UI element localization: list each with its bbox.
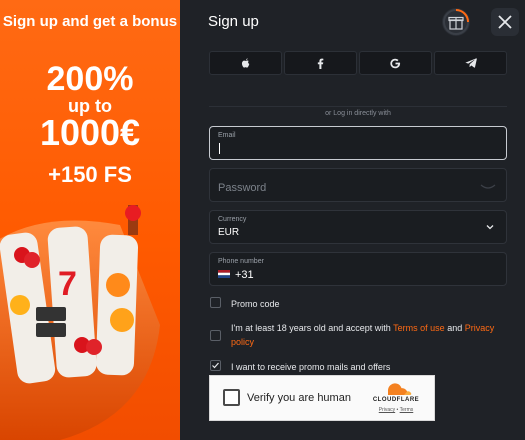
page-title: Sign up bbox=[208, 13, 259, 30]
cloudflare-captcha: Verify you are human CLOUDFLARE Privacy … bbox=[209, 375, 435, 421]
promo-free-spins: +150 FS bbox=[48, 162, 132, 187]
promo-code-option[interactable]: Promo code bbox=[210, 297, 280, 311]
currency-value: EUR bbox=[218, 227, 240, 238]
age-terms-checkbox[interactable] bbox=[210, 330, 221, 341]
promo-mails-option[interactable]: I want to receive promo mails and offers bbox=[210, 360, 390, 374]
age-terms-label: I'm at least 18 years old and accept wit… bbox=[231, 323, 391, 333]
signup-panel: Sign up or Log in directly with Email Pa… bbox=[180, 0, 525, 440]
terms-of-use-link[interactable]: Terms of use bbox=[393, 323, 445, 333]
svg-text:7: 7 bbox=[58, 265, 77, 303]
promo-percent: 200% bbox=[46, 60, 134, 98]
promo-code-label: Promo code bbox=[231, 299, 280, 309]
chevron-down-icon bbox=[486, 225, 494, 230]
netherlands-flag-icon[interactable] bbox=[218, 270, 230, 278]
age-terms-text: I'm at least 18 years old and accept wit… bbox=[231, 321, 500, 349]
captcha-checkbox[interactable] bbox=[223, 389, 240, 406]
telegram-login-button[interactable] bbox=[434, 51, 507, 75]
close-icon bbox=[498, 15, 512, 29]
and-text: and bbox=[447, 323, 463, 333]
facebook-login-button[interactable] bbox=[284, 51, 357, 75]
phone-prefix: +31 bbox=[235, 269, 254, 281]
slot-machine-illustration: 7 bbox=[0, 205, 160, 440]
google-login-button[interactable] bbox=[359, 51, 432, 75]
currency-label: Currency bbox=[218, 216, 247, 223]
captcha-terms-link[interactable]: Terms bbox=[400, 407, 414, 413]
phone-label: Phone number bbox=[218, 258, 264, 265]
telegram-icon bbox=[464, 58, 477, 68]
gift-button[interactable] bbox=[442, 8, 470, 36]
divider-text: or Log in directly with bbox=[319, 110, 397, 117]
captcha-label: Verify you are human bbox=[247, 392, 351, 404]
age-terms-option[interactable]: I'm at least 18 years old and accept wit… bbox=[210, 321, 500, 349]
checkmark-icon bbox=[212, 362, 219, 369]
promo-amount: 1000€ bbox=[39, 112, 141, 153]
email-field[interactable]: Email bbox=[209, 126, 507, 160]
promo-headline: Sign up and get a bonus bbox=[2, 13, 178, 30]
password-placeholder: Password bbox=[218, 182, 267, 194]
cloudflare-logo-icon bbox=[388, 383, 412, 395]
captcha-separator: • bbox=[396, 407, 399, 413]
social-login-row bbox=[209, 51, 507, 75]
eye-icon[interactable] bbox=[480, 183, 496, 191]
google-icon bbox=[390, 58, 401, 68]
text-caret bbox=[219, 143, 220, 154]
apple-login-button[interactable] bbox=[209, 51, 282, 75]
promo-mails-checkbox[interactable] bbox=[210, 360, 221, 371]
password-field[interactable]: Password bbox=[209, 168, 507, 202]
phone-field[interactable]: Phone number +31 bbox=[209, 252, 507, 286]
promo-mails-label: I want to receive promo mails and offers bbox=[231, 362, 391, 372]
captcha-links: Privacy • Terms bbox=[366, 407, 426, 413]
facebook-icon bbox=[317, 58, 324, 69]
promo-banner: Sign up and get a bonus 200% up to 1000€… bbox=[0, 0, 180, 440]
email-label: Email bbox=[218, 132, 236, 139]
promo-code-checkbox[interactable] bbox=[210, 297, 221, 308]
currency-select[interactable]: Currency EUR bbox=[209, 210, 507, 244]
close-button[interactable] bbox=[491, 8, 519, 36]
cloudflare-brand: CLOUDFLARE bbox=[372, 397, 420, 403]
divider-label: or Log in directly with bbox=[209, 102, 507, 120]
gift-icon bbox=[443, 9, 469, 35]
apple-icon bbox=[241, 57, 249, 68]
captcha-privacy-link[interactable]: Privacy bbox=[379, 407, 395, 413]
